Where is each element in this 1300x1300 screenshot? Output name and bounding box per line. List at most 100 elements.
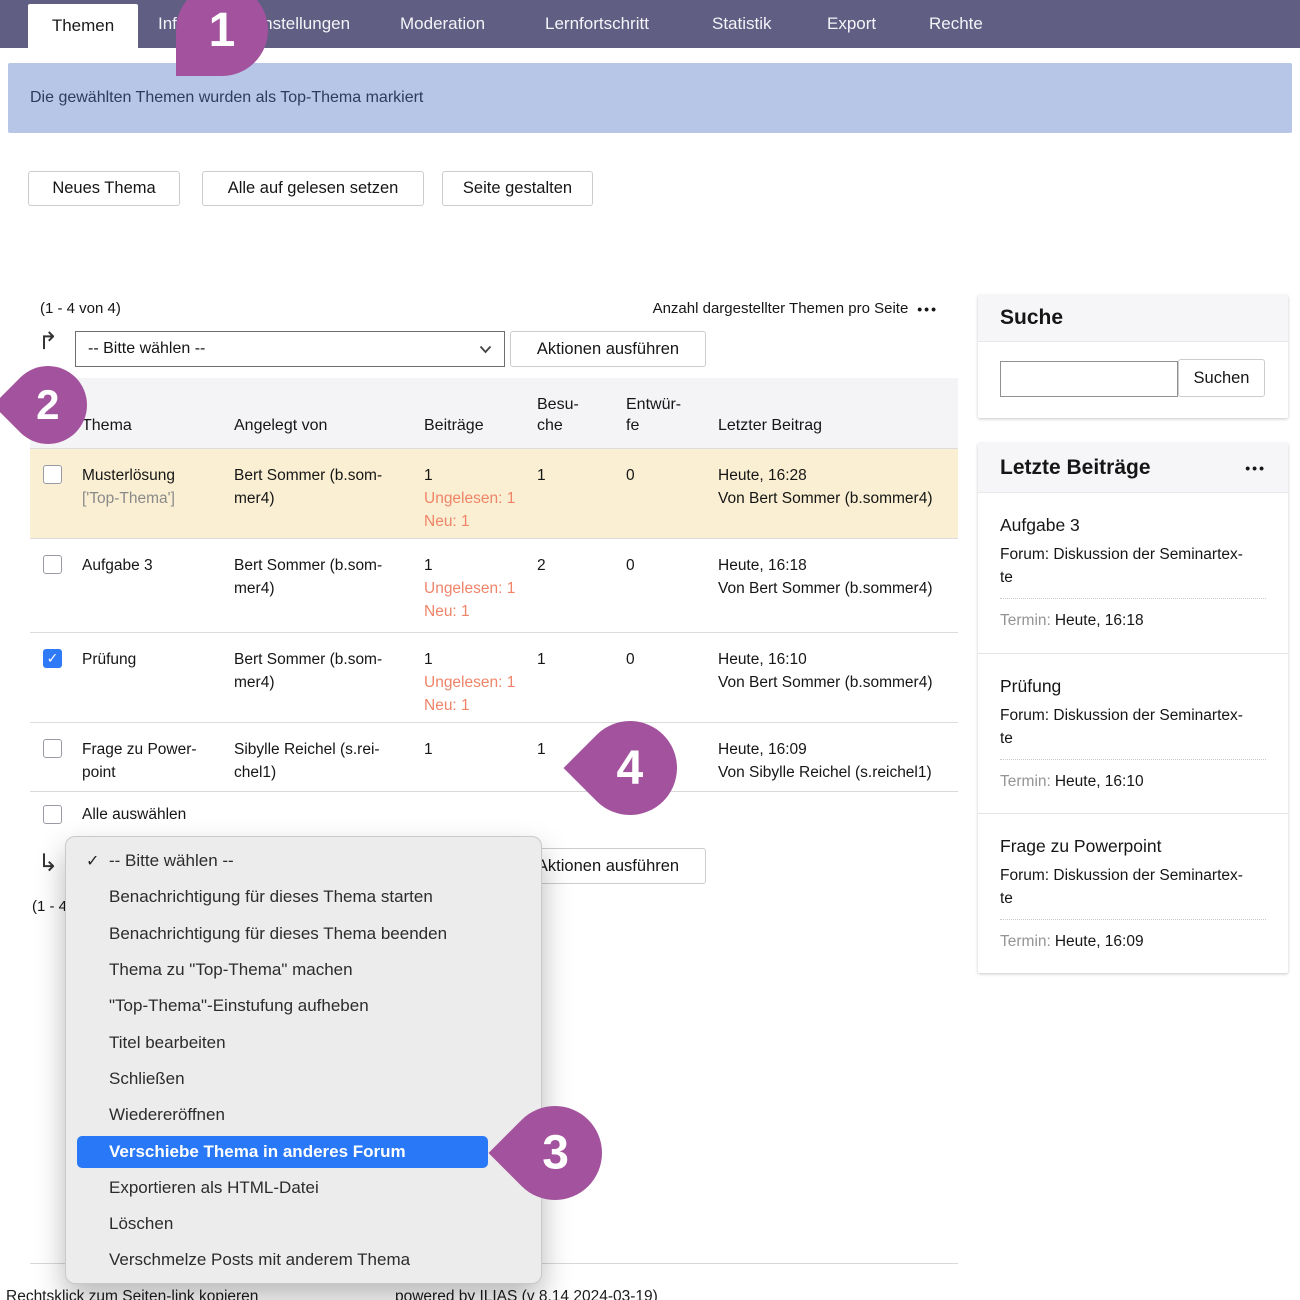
column-header-entwuerfe: Entwür- fe	[626, 378, 718, 448]
latest-post-title[interactable]: Aufgabe 3	[1000, 515, 1266, 536]
topic-link[interactable]: Frage zu Power- point	[82, 738, 234, 784]
action-select[interactable]: -- Bitte wählen --	[75, 331, 505, 367]
apply-to-selection-icon: ↳	[38, 852, 58, 876]
forum-admin-page: Themen Info Einstellungen Moderation Ler…	[0, 0, 1300, 1300]
topic-link[interactable]: Aufgabe 3	[82, 554, 234, 577]
termin-label: Termin:	[1000, 933, 1051, 950]
chevron-down-icon	[479, 345, 492, 354]
latest-post-forum: Forum: Diskussion der Seminartex- te	[1000, 543, 1266, 589]
menu-item-benachrichtigung-starten[interactable]: Benachrichtigung für dieses Thema starte…	[66, 879, 541, 915]
row-checkbox[interactable]	[43, 555, 62, 574]
menu-item-wiedereroeffnen[interactable]: Wiedereröffnen	[66, 1097, 541, 1133]
visits-count: 1	[537, 633, 626, 722]
checkmark-icon: ✓	[86, 851, 99, 871]
dotted-divider	[1000, 919, 1266, 920]
select-all-checkbox[interactable]	[43, 805, 62, 824]
table-row: Prüfung Bert Sommer (b.som- mer4) 1Ungel…	[30, 632, 958, 722]
drafts-count: 0	[626, 633, 718, 722]
posts-count: 1	[424, 554, 537, 577]
table-header-row: Thema Angelegt von Beiträge Besu- che En…	[30, 378, 958, 448]
termin-label: Termin:	[1000, 773, 1051, 790]
latest-post-forum: Forum: Diskussion der Seminartex- te	[1000, 704, 1266, 750]
posts-unread: Ungelesen: 1	[424, 577, 537, 600]
last-post-time: Heute, 16:09	[718, 738, 958, 761]
posts-count: 1	[424, 738, 537, 761]
new-topic-button[interactable]: Neues Thema	[28, 171, 180, 206]
column-header-letzter-beitrag: Letzter Beitrag	[718, 378, 958, 448]
tab-statistik[interactable]: Statistik	[712, 0, 772, 48]
table-row: Aufgabe 3 Bert Sommer (b.som- mer4) 1Ung…	[30, 538, 958, 632]
row-checkbox[interactable]	[43, 465, 62, 484]
menu-item-benachrichtigung-beenden[interactable]: Benachrichtigung für dieses Thema beende…	[66, 916, 541, 952]
menu-item-loeschen[interactable]: Löschen	[66, 1206, 541, 1242]
select-all-label: Alle auswählen	[82, 806, 186, 824]
search-button[interactable]: Suchen	[1178, 359, 1265, 397]
visits-count: 1	[537, 449, 626, 538]
termin-value: Heute, 16:18	[1055, 612, 1144, 629]
latest-post-title[interactable]: Prüfung	[1000, 676, 1266, 697]
dotted-divider	[1000, 759, 1266, 760]
posts-count: 1	[424, 464, 537, 487]
execute-action-button[interactable]: Aktionen ausführen	[510, 331, 706, 367]
menu-item-verschmelze-posts[interactable]: Verschmelze Posts mit anderem Thema	[66, 1242, 541, 1278]
per-page-label: Anzahl dargestellter Themen pro Seite	[653, 300, 909, 317]
posts-new: Neu: 1	[424, 694, 537, 717]
termin-value: Heute, 16:09	[1055, 933, 1144, 950]
design-page-button[interactable]: Seite gestalten	[442, 171, 593, 206]
row-checkbox[interactable]	[43, 649, 62, 668]
latest-post-item: Frage zu Powerpoint Forum: Diskussion de…	[978, 813, 1288, 973]
menu-item-schliessen[interactable]: Schließen	[66, 1061, 541, 1097]
per-page-menu-icon[interactable]: •••	[917, 301, 938, 317]
row-checkbox[interactable]	[43, 739, 62, 758]
latest-post-item: Prüfung Forum: Diskussion der Seminartex…	[978, 653, 1288, 813]
table-row: Frage zu Power- point Sibylle Reichel (s…	[30, 722, 958, 791]
last-post-time: Heute, 16:18	[718, 554, 958, 577]
topic-author: Bert Sommer (b.som- mer4)	[234, 449, 424, 538]
last-post-author: Von Sibylle Reichel (s.reichel1)	[718, 761, 958, 784]
last-post-author: Von Bert Sommer (b.sommer4)	[718, 671, 958, 694]
topic-author: Bert Sommer (b.som- mer4)	[234, 633, 424, 722]
latest-post-title[interactable]: Frage zu Powerpoint	[1000, 836, 1266, 857]
latest-post-forum: Forum: Diskussion der Seminartex- te	[1000, 864, 1266, 910]
column-header-angelegt-von: Angelegt von	[234, 378, 424, 448]
menu-item-titel-bearbeiten[interactable]: Titel bearbeiten	[66, 1024, 541, 1060]
last-post-time: Heute, 16:28	[718, 464, 958, 487]
topic-link[interactable]: Prüfung	[82, 648, 234, 671]
topic-author: Bert Sommer (b.som- mer4)	[234, 539, 424, 632]
menu-item-verschiebe-thema[interactable]: Verschiebe Thema in anderes Forum	[77, 1136, 488, 1168]
table-row: Musterlösung['Top-Thema'] Bert Sommer (b…	[30, 448, 958, 538]
action-select-value: -- Bitte wählen --	[88, 340, 205, 358]
column-header-thema: Thema	[82, 378, 234, 448]
drafts-count: 0	[626, 449, 718, 538]
posts-new: Neu: 1	[424, 600, 537, 623]
pagination-range: (1 - 4 von 4)	[40, 300, 121, 317]
topic-tag: ['Top-Thema']	[82, 487, 234, 510]
posts-unread: Ungelesen: 1	[424, 671, 537, 694]
tab-lernfortschritt[interactable]: Lernfortschritt	[545, 0, 649, 48]
topics-table: Thema Angelegt von Beiträge Besu- che En…	[30, 378, 958, 792]
column-header-beitraege: Beiträge	[424, 378, 537, 448]
menu-item-exportieren-html[interactable]: Exportieren als HTML-Datei	[66, 1170, 541, 1206]
apply-to-selection-icon: ↱	[38, 330, 58, 354]
tab-themen[interactable]: Themen	[28, 4, 138, 48]
tab-moderation[interactable]: Moderation	[400, 0, 485, 48]
menu-item-top-thema-aufheben[interactable]: "Top-Thema"-Einstufung aufheben	[66, 988, 541, 1024]
last-post-time: Heute, 16:10	[718, 648, 958, 671]
latest-posts-menu-icon[interactable]: •••	[1245, 460, 1266, 476]
mark-all-read-button[interactable]: Alle auf gelesen setzen	[202, 171, 424, 206]
topic-link[interactable]: Musterlösung	[82, 464, 234, 487]
latest-posts-title: Letzte Beiträge	[1000, 456, 1151, 480]
last-post-author: Von Bert Sommer (b.sommer4)	[718, 577, 958, 600]
search-input[interactable]	[1000, 361, 1178, 397]
tab-export[interactable]: Export	[827, 0, 876, 48]
success-message-text: Die gewählten Themen wurden als Top-Them…	[30, 89, 423, 107]
menu-item-top-thema-machen[interactable]: Thema zu "Top-Thema" machen	[66, 952, 541, 988]
topic-author: Sibylle Reichel (s.rei- chel1)	[234, 723, 424, 791]
visits-count: 2	[537, 539, 626, 632]
search-panel-title: Suche	[1000, 306, 1063, 330]
latest-post-item: Aufgabe 3 Forum: Diskussion der Seminart…	[978, 493, 1288, 653]
action-dropdown-menu: ✓-- Bitte wählen -- Benachrichtigung für…	[65, 836, 542, 1284]
menu-item-bitte-waehlen[interactable]: ✓-- Bitte wählen --	[66, 843, 541, 879]
last-post-author: Von Bert Sommer (b.sommer4)	[718, 487, 958, 510]
tab-rechte[interactable]: Rechte	[929, 0, 983, 48]
